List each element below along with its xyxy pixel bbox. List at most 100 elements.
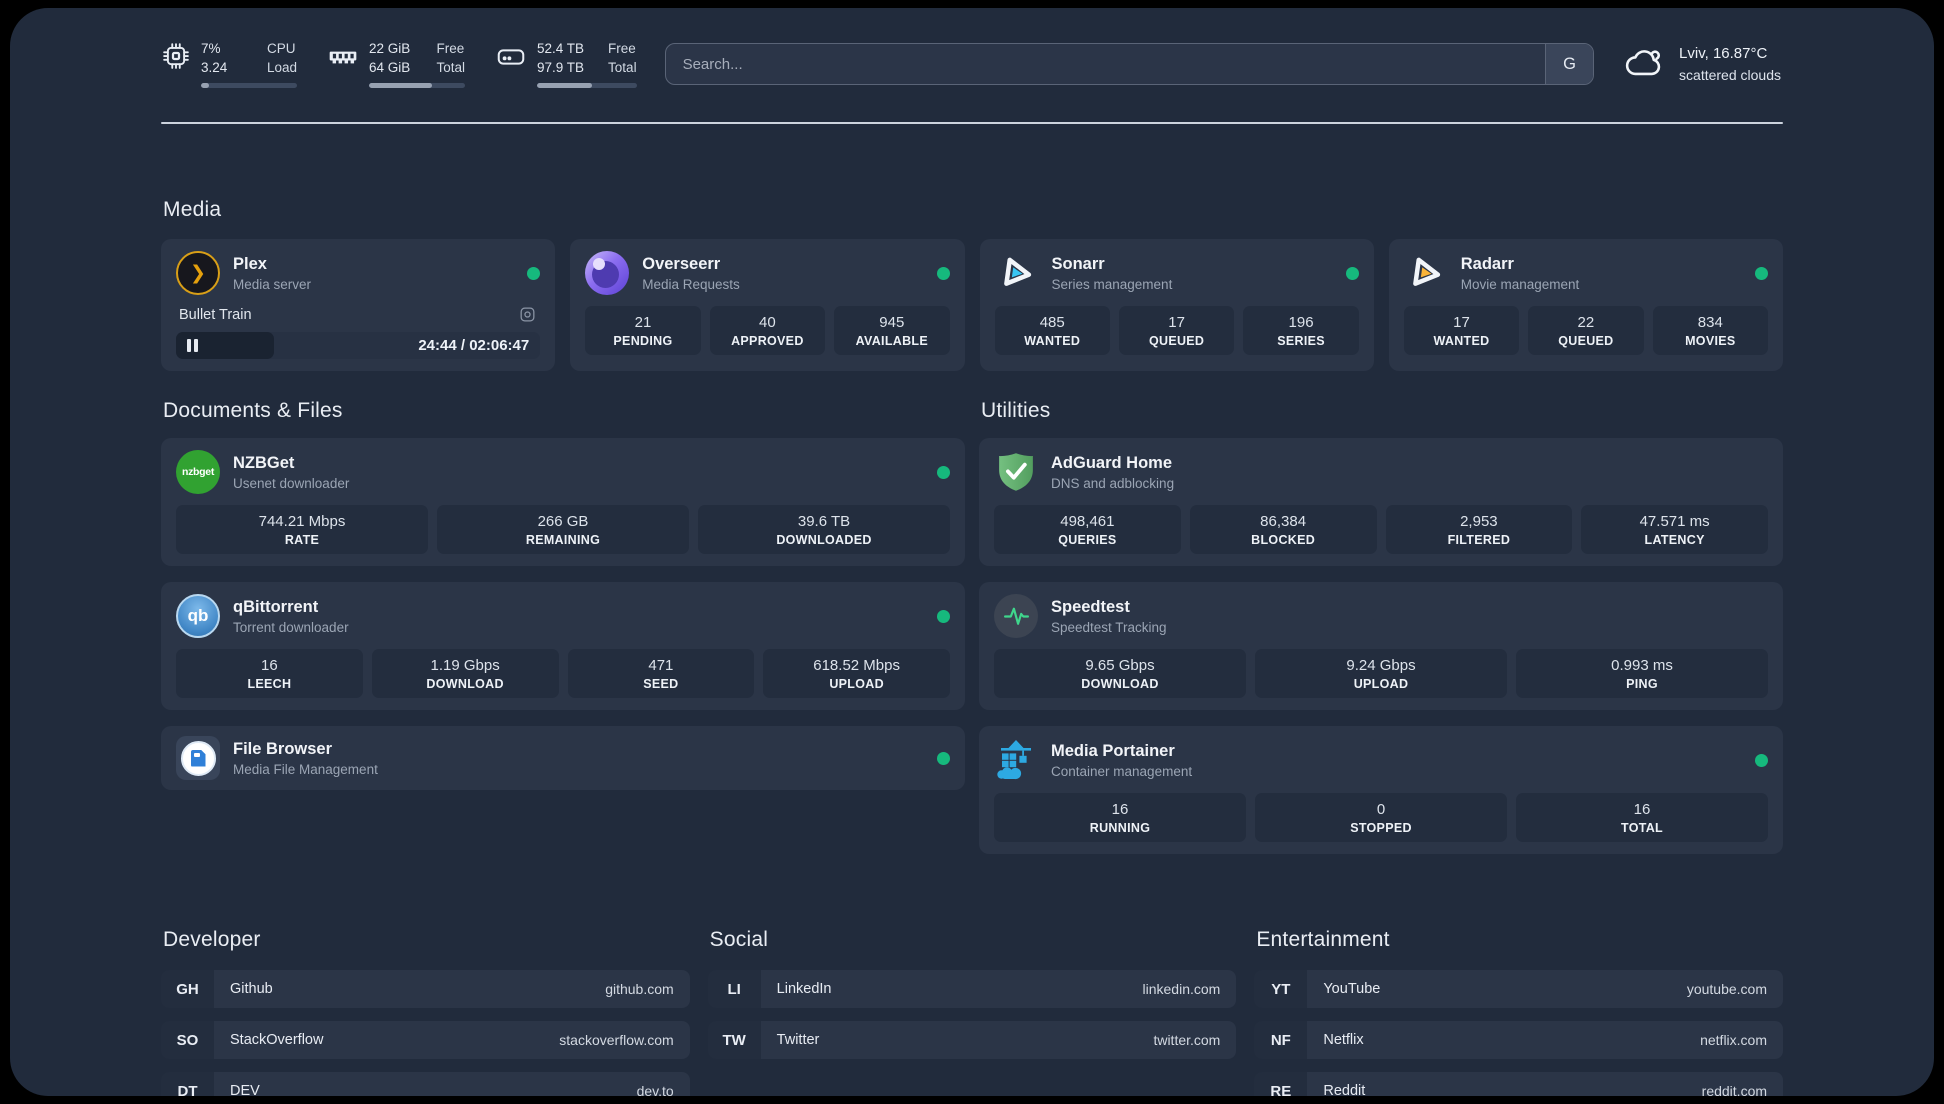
memory-progress-bar [369, 83, 465, 88]
stat-download: 1.19 Gbps DOWNLOAD [371, 649, 559, 698]
stat-blocked: 86,384 BLOCKED [1189, 505, 1377, 554]
bookmark-group-entertainment: Entertainment YT YouTube youtube.com NF … [1254, 928, 1784, 1096]
bookmark-reddit[interactable]: RE Reddit reddit.com [1254, 1072, 1784, 1096]
service-name: Radarr [1460, 254, 1514, 273]
stat-latency: 47.571 ms LATENCY [1581, 505, 1768, 554]
search-bar: G [664, 43, 1595, 85]
stat-remaining: 266 GB REMAINING [437, 505, 689, 554]
stat-stopped: 0 STOPPED [1255, 793, 1507, 842]
service-card-radarr[interactable]: Radarr Movie management 17 WANTED 22 QUEUE… [1388, 239, 1783, 371]
bookmark-name: DEV [230, 1083, 260, 1096]
bookmark-abbr: SO [161, 1021, 214, 1059]
service-card-filebrowser[interactable]: File Browser Media File Management [161, 726, 965, 790]
bookmark-url: dev.to [636, 1083, 674, 1096]
bookmark-url: youtube.com [1686, 981, 1768, 997]
service-name: Sonarr [1051, 254, 1105, 273]
media-source-icon[interactable] [518, 305, 537, 324]
pause-button[interactable] [187, 339, 198, 352]
adguard-icon [994, 450, 1038, 494]
bookmark-abbr: GH [161, 970, 214, 1008]
bookmark-github[interactable]: GH Github github.com [161, 970, 690, 1008]
memory-free-label: Free [436, 41, 465, 57]
bookmark-abbr: NF [1254, 1021, 1308, 1059]
service-card-adguard[interactable]: AdGuard Home DNS and adblocking 498,461 Q… [979, 438, 1783, 566]
bookmark-twitter[interactable]: TW Twitter twitter.com [707, 1021, 1237, 1059]
status-dot [1755, 753, 1768, 767]
section-heading-documents: Documents & Files [163, 399, 343, 422]
bookmark-name: Netflix [1323, 1032, 1364, 1048]
search-input[interactable] [665, 44, 1546, 84]
stat-filtered: 2,953 FILTERED [1385, 505, 1573, 554]
stat-queued: 17 QUEUED [1118, 306, 1235, 355]
weather-condition: scattered clouds [1679, 66, 1781, 83]
weather-widget: Lviv, 16.87°C scattered clouds [1622, 40, 1783, 89]
service-name: qBittorrent [233, 597, 319, 616]
weather-location: Lviv, 16.87°C [1679, 44, 1768, 62]
service-name: Speedtest [1051, 597, 1130, 616]
status-dot [936, 266, 950, 280]
service-card-nzbget[interactable]: nzbget NZBGet Usenet downloader 744.21 M… [161, 438, 965, 566]
dashboard: 7% 3.24 CPU Load 22 GiB 64 GiB Free Tota… [10, 8, 1934, 1096]
bookmark-group-social: Social LI LinkedIn linkedin.com TW Twitt… [707, 928, 1237, 1096]
service-card-portainer[interactable]: Media Portainer Container management 16 R… [979, 726, 1783, 854]
bookmark-abbr: RE [1254, 1072, 1308, 1096]
bookmark-youtube[interactable]: YT YouTube youtube.com [1254, 970, 1784, 1008]
documents-group: Documents & Files nzbget NZBGet Usenet d… [161, 399, 965, 870]
service-name: File Browser [233, 739, 333, 758]
stat-total: 16 TOTAL [1516, 793, 1768, 842]
bookmark-group-developer: Developer GH Github github.com SO StackO… [161, 928, 690, 1096]
top-bar: 7% 3.24 CPU Load 22 GiB 64 GiB Free Tota… [161, 38, 1783, 90]
nzbget-icon: nzbget [176, 450, 220, 494]
disk-free-label: Free [608, 41, 636, 57]
status-dot [1345, 266, 1359, 280]
status-dot [937, 465, 950, 479]
bookmark-name: LinkedIn [776, 981, 832, 997]
service-card-qbittorrent[interactable]: qb qBittorrent Torrent downloader 16 LEEC… [161, 582, 965, 710]
service-name: AdGuard Home [1051, 453, 1173, 472]
cpu-usage-value: 7% [201, 41, 221, 57]
stat-series: 196 SERIES [1243, 306, 1359, 355]
stat-pending: 21 PENDING [585, 306, 701, 355]
media-group: ❯ Plex Media server Bullet Train 24:44 /… [161, 239, 1783, 371]
disk-progress-bar [537, 83, 637, 88]
bookmark-stackoverflow[interactable]: SO StackOverflow stackoverflow.com [161, 1021, 690, 1059]
disk-total-value: 97.9 TB [537, 60, 585, 76]
bookmark-linkedin[interactable]: LI LinkedIn linkedin.com [707, 970, 1237, 1008]
cpu-usage-label: CPU [266, 41, 296, 57]
stat-rate: 744.21 Mbps RATE [176, 505, 428, 554]
bookmark-url: twitter.com [1153, 1032, 1221, 1048]
status-dot [1755, 266, 1768, 280]
qbittorrent-icon: qb [176, 594, 220, 638]
bookmark-url: reddit.com [1701, 1083, 1768, 1096]
bookmark-name: YouTube [1323, 981, 1381, 997]
service-card-sonarr[interactable]: Sonarr Series management 485 WANTED 17 QUE… [979, 239, 1374, 371]
cpu-stat-widget: 7% 3.24 CPU Load [161, 40, 297, 88]
section-divider [161, 122, 1783, 124]
bookmark-url: stackoverflow.com [559, 1032, 674, 1048]
bookmark-name: Reddit [1323, 1083, 1366, 1096]
stat-approved: 40 APPROVED [709, 306, 826, 355]
stat-seed: 471 SEED [567, 649, 755, 698]
disk-icon [495, 41, 527, 78]
section-heading-social: Social [709, 928, 769, 951]
service-card-speedtest[interactable]: Speedtest Speedtest Tracking 9.65 Gbps DO… [979, 582, 1783, 710]
status-dot [527, 266, 541, 280]
bookmark-abbr: DT [161, 1072, 214, 1096]
stat-queries: 498,461 QUERIES [994, 505, 1181, 554]
stat-download: 9.65 Gbps DOWNLOAD [994, 649, 1246, 698]
bookmark-name: StackOverflow [230, 1032, 324, 1048]
stat-running: 16 RUNNING [994, 793, 1246, 842]
section-heading-utilities: Utilities [981, 399, 1051, 422]
playback-time: 24:44 / 02:06:47 [418, 337, 530, 354]
bookmark-dev[interactable]: DT DEV dev.to [161, 1072, 690, 1096]
service-card-plex[interactable]: ❯ Plex Media server Bullet Train 24:44 /… [161, 239, 556, 371]
now-playing-title: Bullet Train [179, 306, 252, 323]
playback-progress-bar: 24:44 / 02:06:47 [176, 332, 541, 359]
search-engine-button[interactable]: G [1545, 44, 1594, 84]
service-description: Series management [1051, 276, 1173, 292]
cpu-load-label: Load [266, 60, 297, 76]
service-card-overseerr[interactable]: Overseerr Media Requests 21 PENDING 40 APP… [570, 239, 965, 371]
stat-available: 945 AVAILABLE [834, 306, 950, 355]
bookmark-netflix[interactable]: NF Netflix netflix.com [1254, 1021, 1784, 1059]
radarr-icon [1404, 251, 1448, 295]
